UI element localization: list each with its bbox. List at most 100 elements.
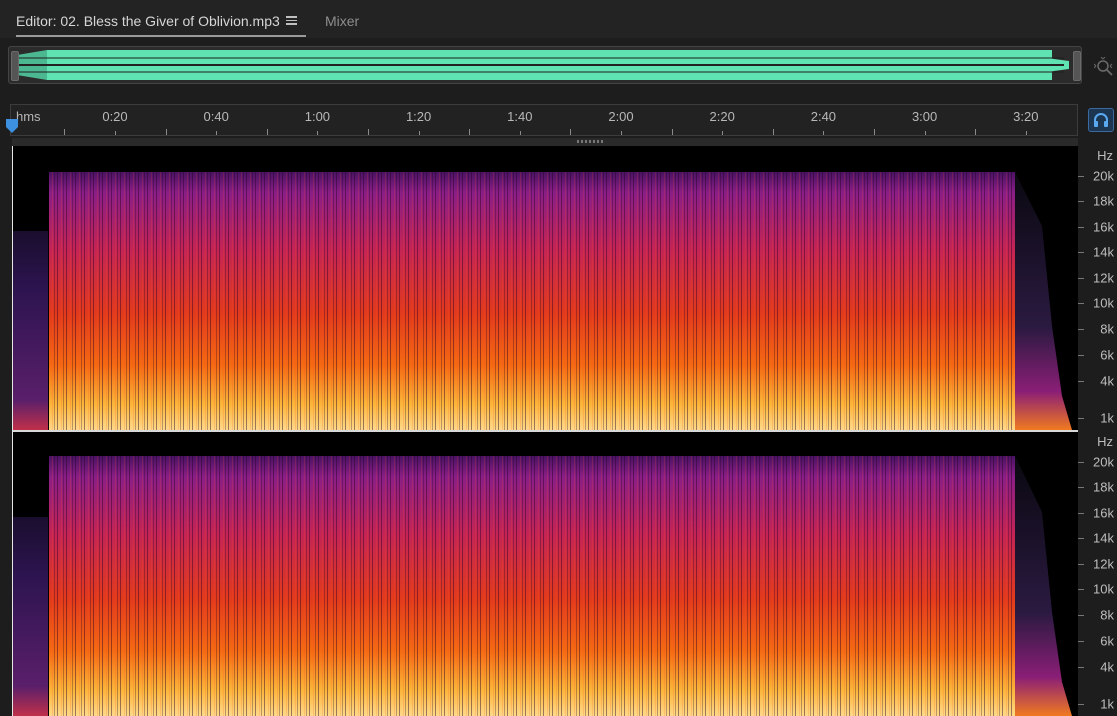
headphones-icon [1094,113,1108,127]
frequency-label: 6k [1100,347,1114,363]
frequency-tick [1078,641,1084,642]
frequency-label: 20k [1093,168,1114,184]
frequency-tick [1078,513,1084,514]
ruler-tick [469,129,471,135]
ruler-tick [317,131,319,135]
spectrogram-texture [49,456,1015,716]
ruler-tick [772,129,774,135]
frequency-label: 8k [1100,607,1114,623]
ruler-tick [165,129,167,135]
ruler-tick [64,129,66,135]
ruler-tick-label: 1:40 [507,109,533,124]
frequency-tick [1078,667,1084,668]
ruler-tick [115,131,116,135]
frequency-tick [1078,589,1084,590]
frequency-label: 4k [1100,659,1114,675]
frequency-label: 12k [1093,556,1114,572]
frequency-tick [1078,381,1084,382]
zoom-navigator-icon[interactable] [1094,57,1114,77]
ruler-tick-label: 0:20 [102,109,128,124]
ruler-tick [823,131,825,135]
ruler-tick [266,129,268,135]
frequency-scale-right: Hz 20k 18k 16k 14k 12k 10k 8k 6k 4k 1k [1078,432,1117,716]
frequency-tick [1078,418,1084,419]
frequency-tick [1078,355,1084,356]
spectrogram-intro [12,517,48,716]
snap-toggle-button[interactable] [1088,108,1114,132]
playhead-line [12,146,13,716]
frequency-tick [1078,227,1084,228]
frequency-label: 14k [1093,244,1114,260]
time-ruler[interactable]: hms 0:20 0:40 1:00 1:20 1:40 2:00 2:20 2:40 3:00… [10,104,1078,136]
active-tab-underline [16,35,306,37]
frequency-label: 18k [1093,479,1114,495]
ruler-tick-label: 2:20 [709,109,735,124]
ruler-tick [671,129,673,135]
frequency-scale-left: Hz 20k 18k 16k 14k 12k 10k 8k 6k 4k 1k [1078,146,1117,430]
ruler-tick [975,129,977,135]
frequency-tick [1078,278,1084,279]
ruler-tick [1025,131,1027,135]
overview-right-handle[interactable] [1073,51,1081,81]
frequency-tick [1078,704,1084,705]
frequency-label: 16k [1093,505,1114,521]
frequency-tick [1078,252,1084,253]
frequency-tick [1078,615,1084,616]
frequency-label: 16k [1093,219,1114,235]
overview-waveform [17,50,1069,80]
ruler-tick [570,129,572,135]
spectrogram-intro [12,231,48,430]
ruler-tick [621,131,622,135]
spectral-channel-right[interactable] [12,432,1078,716]
ruler-tick-label: 1:00 [304,109,331,124]
spectrogram-texture [49,172,1015,430]
frequency-label: 6k [1100,633,1114,649]
ruler-tick-label: 2:00 [608,109,634,124]
ruler-tick [924,131,926,135]
frequency-label: 1k [1100,696,1114,712]
frequency-label: 4k [1100,373,1114,389]
tab-editor-label: Editor: 02. Bless the Giver of Oblivion.… [16,13,280,29]
playhead-marker-icon[interactable] [5,118,19,134]
frequency-tick [1078,462,1084,463]
ruler-tick-label: 0:40 [203,109,229,124]
ruler-unit-label: hms [16,109,41,124]
editor-tab-bar: Editor: 02. Bless the Giver of Oblivion.… [0,0,1117,38]
ruler-tick [418,131,420,135]
ruler-tick [368,129,369,135]
frequency-tick [1078,329,1084,330]
frequency-unit-label: Hz [1097,434,1113,449]
ruler-tick [216,131,218,135]
spectral-channel-left[interactable] [12,146,1078,430]
ruler-tick-label: 3:00 [911,109,938,124]
frequency-label: 18k [1093,193,1114,209]
frequency-tick [1078,564,1084,565]
spectrogram-left [12,146,1078,430]
panel-splitter[interactable] [12,138,1078,146]
frequency-label: 20k [1093,454,1114,470]
frequency-tick [1078,176,1084,177]
frequency-label: 1k [1100,410,1114,426]
overview-navigator[interactable] [8,46,1082,84]
frequency-label: 10k [1093,295,1114,311]
frequency-label: 12k [1093,270,1114,286]
spectrogram-right [12,432,1078,716]
frequency-tick [1078,538,1084,539]
frequency-tick [1078,201,1084,202]
frequency-tick [1078,487,1084,488]
ruler-tick [874,129,875,135]
ruler-tick [722,131,724,135]
frequency-label: 10k [1093,581,1114,597]
ruler-tick-label: 1:20 [405,109,432,124]
ruler-tick-label: 3:20 [1013,109,1039,124]
tab-mixer[interactable]: Mixer [325,13,359,29]
frequency-tick [1078,303,1084,304]
frequency-unit-label: Hz [1097,148,1113,163]
tab-editor[interactable]: Editor: 02. Bless the Giver of Oblivion.… [16,13,306,37]
hamburger-menu-icon[interactable] [286,14,298,26]
frequency-label: 14k [1093,530,1114,546]
overview-left-handle[interactable] [11,51,19,81]
frequency-label: 8k [1100,321,1114,337]
ruler-tick [519,131,521,135]
ruler-tick-label: 2:40 [810,109,837,124]
